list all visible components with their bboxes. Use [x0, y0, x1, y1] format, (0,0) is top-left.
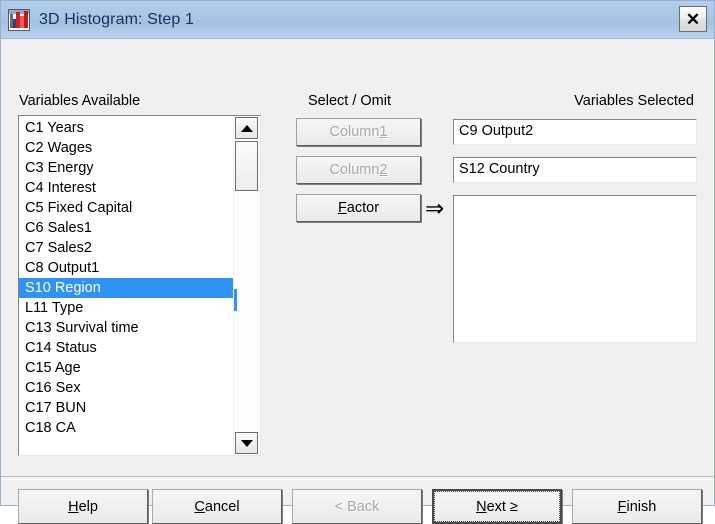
- footer-divider: [1, 476, 714, 480]
- back-button[interactable]: < Back: [292, 489, 422, 524]
- selected-column-2-field[interactable]: S12 Country: [453, 157, 697, 183]
- close-icon[interactable]: ✕: [679, 6, 707, 32]
- factor-button-label: actor: [346, 200, 380, 216]
- variables-selected-label: Variables Selected: [574, 93, 694, 109]
- column-2-button[interactable]: Column 2: [296, 156, 421, 184]
- window-title: 3D Histogram: Step 1: [39, 10, 194, 28]
- cancel-button-label: ancel: [204, 498, 240, 515]
- column-1-button-label: Column: [329, 124, 380, 140]
- dialog-window: 3D Histogram: Step 1 ✕ Variables Availab…: [0, 0, 715, 524]
- finish-button-label: inish: [626, 498, 657, 515]
- help-button[interactable]: Help: [18, 489, 148, 524]
- select-omit-label: Select / Omit: [308, 93, 391, 109]
- cancel-button-accel: C: [194, 498, 205, 515]
- list-item[interactable]: C17 BUN: [19, 398, 233, 418]
- factor-button[interactable]: Factor: [296, 194, 421, 222]
- help-button-accel: H: [68, 498, 79, 515]
- dialog-body: Variables Available C1 Years C2 Wages C3 E…: [1, 39, 714, 524]
- list-item[interactable]: C3 Energy: [19, 158, 233, 178]
- list-item[interactable]: C16 Sex: [19, 378, 233, 398]
- next-button-label: ext ≥: [486, 498, 518, 515]
- cancel-button[interactable]: Cancel: [152, 489, 282, 524]
- list-item[interactable]: C5 Fixed Capital: [19, 198, 233, 218]
- variables-available-items[interactable]: C1 Years C2 Wages C3 Energy C4 Interest C5 F…: [19, 116, 233, 455]
- title-bar: 3D Histogram: Step 1 ✕: [1, 1, 714, 39]
- variables-available-label: Variables Available: [19, 93, 141, 109]
- histogram-icon: [8, 8, 30, 31]
- selected-factor-field[interactable]: [453, 195, 697, 343]
- right-arrow-icon: ⇒: [425, 195, 445, 221]
- list-item[interactable]: C18 CA: [19, 418, 233, 438]
- help-button-label: elp: [78, 498, 98, 515]
- scroll-up-arrow-icon[interactable]: [235, 117, 258, 139]
- finish-button[interactable]: Finish: [572, 489, 702, 524]
- list-item[interactable]: C4 Interest: [19, 178, 233, 198]
- list-item[interactable]: L11 Type: [19, 298, 233, 318]
- list-item[interactable]: S10 Region: [19, 278, 233, 298]
- column-2-button-accel: 2: [379, 162, 388, 178]
- scrollbar-position-marker: [234, 289, 237, 311]
- list-item[interactable]: C8 Output1: [19, 258, 233, 278]
- list-item[interactable]: C1 Years: [19, 118, 233, 138]
- list-item[interactable]: C15 Age: [19, 358, 233, 378]
- variables-available-listbox[interactable]: C1 Years C2 Wages C3 Energy C4 Interest C5 F…: [18, 115, 261, 456]
- back-button-label: < Back: [334, 498, 380, 515]
- list-item[interactable]: C6 Sales1: [19, 218, 233, 238]
- column-1-button-accel: 1: [379, 124, 388, 140]
- list-item[interactable]: C13 Survival time: [19, 318, 233, 338]
- finish-button-accel: F: [617, 498, 627, 515]
- next-button-accel: N: [476, 498, 487, 515]
- column-1-button[interactable]: Column 1: [296, 118, 421, 146]
- list-item[interactable]: C14 Status: [19, 338, 233, 358]
- scroll-down-arrow-icon[interactable]: [235, 432, 258, 454]
- next-button[interactable]: Next ≥: [432, 489, 562, 524]
- list-item[interactable]: C7 Sales2: [19, 238, 233, 258]
- listbox-scrollbar[interactable]: [233, 116, 260, 455]
- column-2-button-label: Column: [329, 162, 380, 178]
- scrollbar-thumb[interactable]: [235, 141, 258, 191]
- factor-button-accel: F: [337, 200, 347, 216]
- selected-column-1-field[interactable]: C9 Output2: [453, 119, 697, 145]
- list-item[interactable]: C2 Wages: [19, 138, 233, 158]
